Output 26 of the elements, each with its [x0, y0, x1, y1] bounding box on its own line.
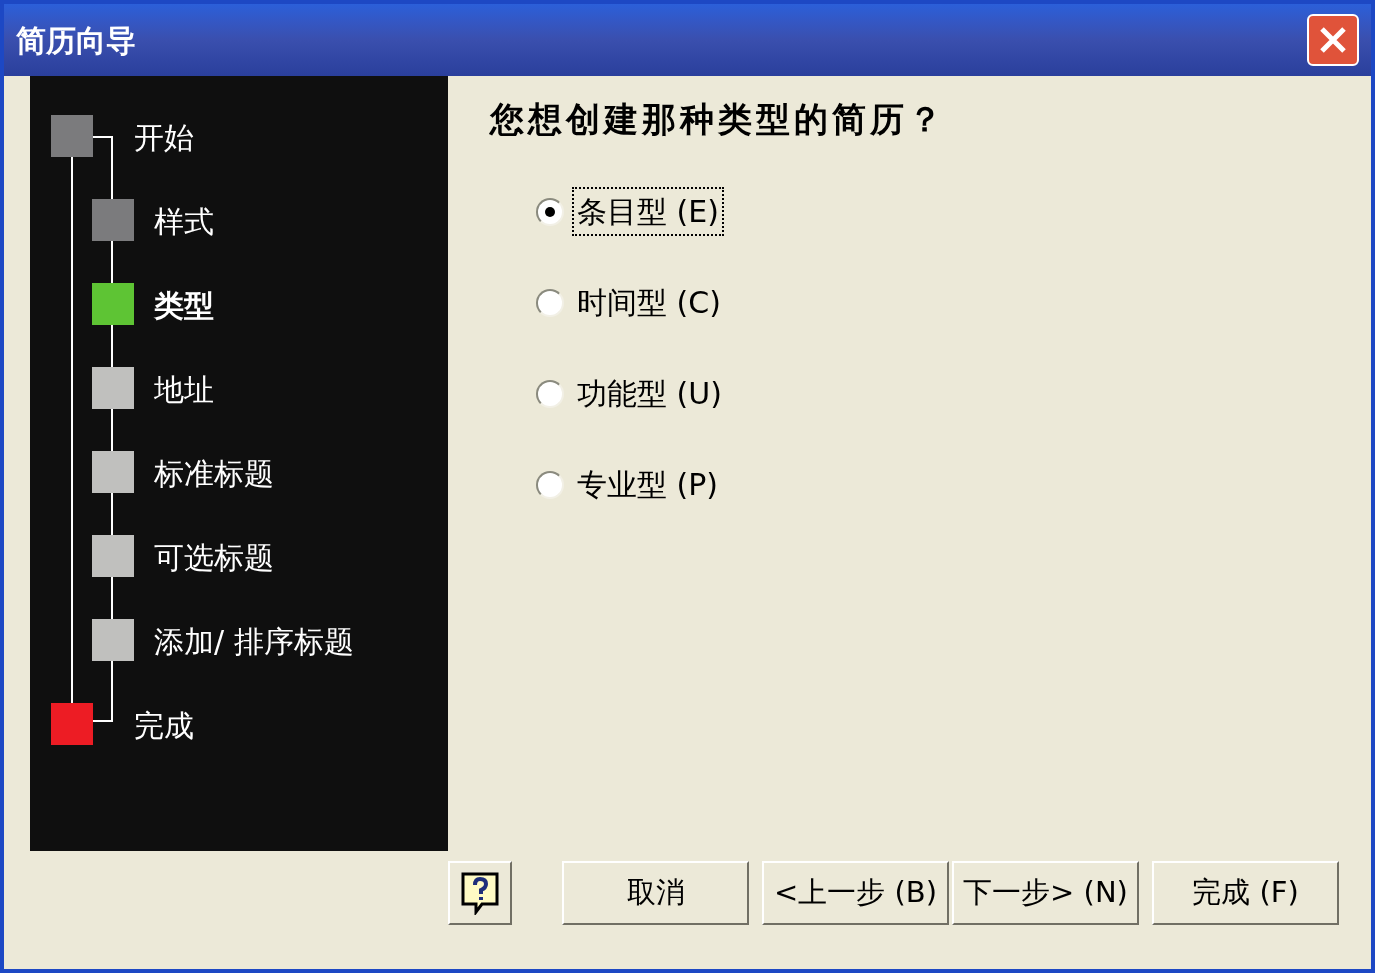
dialog-button[interactable]: 下一步> (N) [952, 861, 1139, 925]
radio-button[interactable] [536, 197, 564, 226]
radio-label[interactable]: 专业型 (P) [572, 460, 724, 509]
dialog-button[interactable]: 完成 (F) [1152, 861, 1339, 925]
question-heading: 您想创建那种类型的简历？ [490, 98, 947, 141]
step-label: 类型 [154, 287, 214, 325]
radio-button[interactable] [536, 379, 564, 408]
step-label: 开始 [134, 119, 194, 157]
close-button[interactable] [1307, 14, 1359, 66]
radio-button[interactable] [536, 470, 564, 499]
step-label: 地址 [154, 371, 214, 409]
dialog-button[interactable]: <上一步 (B) [762, 861, 949, 925]
radio-label[interactable]: 时间型 (C) [572, 278, 726, 327]
close-icon [1318, 25, 1348, 55]
help-icon [460, 871, 500, 915]
step-label: 完成 [134, 707, 194, 745]
step-label: 可选标题 [154, 539, 274, 577]
help-button[interactable] [448, 861, 512, 925]
dialog-button[interactable]: 取消 [562, 861, 749, 925]
step-label: 样式 [154, 203, 214, 241]
step-label: 添加/ 排序标题 [154, 623, 354, 661]
radio-label[interactable]: 功能型 (U) [572, 369, 727, 418]
radio-button[interactable] [536, 288, 564, 317]
window-title: 简历向导 [16, 21, 136, 60]
step-label: 标准标题 [154, 455, 274, 493]
radio-label[interactable]: 条目型 (E) [572, 187, 724, 236]
